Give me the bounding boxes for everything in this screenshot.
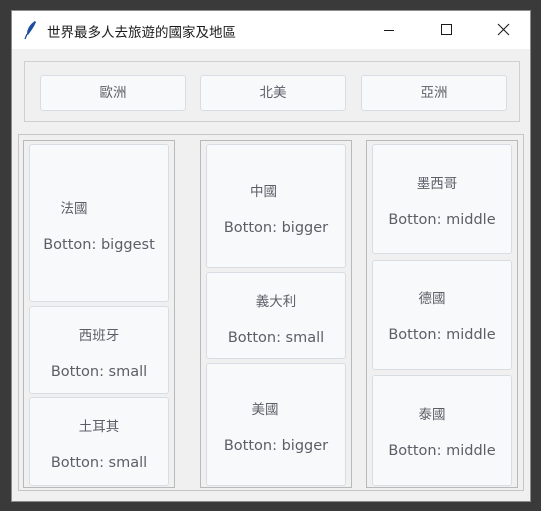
country-size-label: Botton: small xyxy=(50,455,148,471)
asia-column: 墨西哥 Botton: middle 德國 Botton: middle 泰國 … xyxy=(366,140,518,488)
country-name: 德國 xyxy=(418,291,446,307)
country-name: 義大利 xyxy=(255,294,297,310)
country-name: 土耳其 xyxy=(78,419,120,435)
country-size-label: Botton: small xyxy=(50,364,148,380)
country-button-turkey[interactable]: 土耳其 Botton: small xyxy=(29,397,169,486)
country-panel: 法國 Botton: biggest 西班牙 Botton: small 土耳其… xyxy=(18,134,524,491)
country-button-france[interactable]: 法國 Botton: biggest xyxy=(29,144,169,302)
country-name: 法國 xyxy=(60,201,88,217)
tab-north-america[interactable]: 北美 xyxy=(200,75,346,111)
country-size-label: Botton: middle xyxy=(388,212,496,228)
country-size-label: Botton: biggest xyxy=(43,237,155,253)
close-icon xyxy=(497,23,510,36)
tab-asia[interactable]: 亞洲 xyxy=(361,75,507,111)
minimize-button[interactable] xyxy=(366,11,412,49)
country-size-label: Botton: bigger xyxy=(223,438,329,454)
tab-europe[interactable]: 歐洲 xyxy=(40,75,186,111)
country-size-label: Botton: middle xyxy=(388,327,496,343)
country-size-label: Botton: small xyxy=(227,330,325,346)
country-size-label: Botton: bigger xyxy=(223,220,329,236)
country-button-usa[interactable]: 美國 Botton: bigger xyxy=(206,363,346,486)
close-button[interactable] xyxy=(480,11,526,49)
country-button-spain[interactable]: 西班牙 Botton: small xyxy=(29,306,169,394)
country-button-china[interactable]: 中國 Botton: bigger xyxy=(206,144,346,268)
country-button-mexico[interactable]: 墨西哥 Botton: middle xyxy=(372,144,512,254)
country-name: 泰國 xyxy=(418,407,446,423)
maximize-button[interactable] xyxy=(423,11,469,49)
country-name: 西班牙 xyxy=(78,328,120,344)
app-window: 世界最多人去旅遊的國家及地區 歐洲 北美 亞洲 法國 Botton: bigge… xyxy=(11,10,531,502)
title-bar[interactable]: 世界最多人去旅遊的國家及地區 xyxy=(12,11,530,49)
minimize-icon xyxy=(384,30,394,31)
country-name: 美國 xyxy=(251,402,279,418)
feather-icon xyxy=(24,20,38,40)
country-size-label: Botton: middle xyxy=(388,443,496,459)
window-title: 世界最多人去旅遊的國家及地區 xyxy=(47,25,236,41)
country-name: 中國 xyxy=(250,184,277,200)
continent-tab-bar: 歐洲 北美 亞洲 xyxy=(24,61,520,122)
country-name: 墨西哥 xyxy=(416,176,458,192)
north-america-column: 中國 Botton: bigger 義大利 Botton: small 美國 B… xyxy=(200,140,352,488)
country-button-thailand[interactable]: 泰國 Botton: middle xyxy=(372,375,512,486)
europe-column: 法國 Botton: biggest 西班牙 Botton: small 土耳其… xyxy=(23,140,175,488)
country-button-italy[interactable]: 義大利 Botton: small xyxy=(206,272,346,359)
country-button-germany[interactable]: 德國 Botton: middle xyxy=(372,260,512,370)
maximize-icon xyxy=(441,24,452,35)
